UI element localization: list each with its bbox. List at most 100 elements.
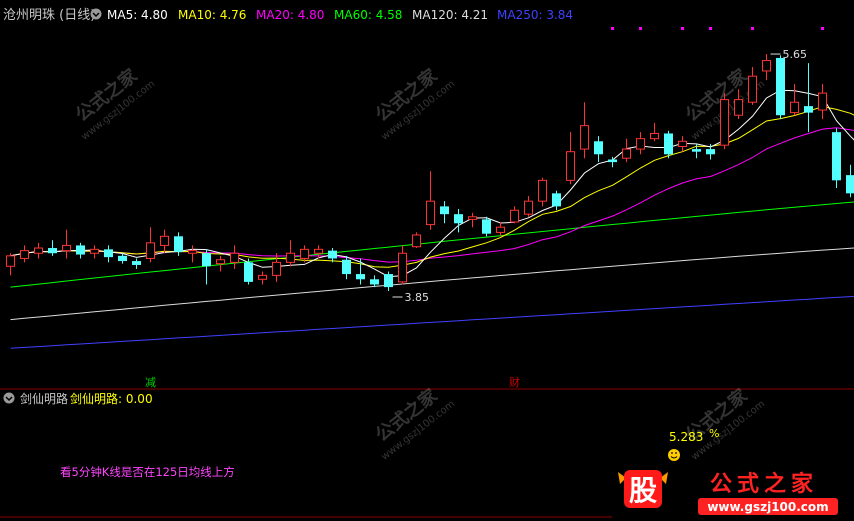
watermark-stamp: 公式之家www.gszj100.com bbox=[371, 384, 457, 463]
candle-body-down bbox=[76, 245, 85, 255]
ma20-line bbox=[10, 127, 854, 263]
candle-body-down bbox=[692, 149, 701, 152]
candle bbox=[580, 102, 589, 159]
candle-body-up bbox=[762, 60, 771, 72]
candle-body-up bbox=[426, 200, 435, 226]
candle-body-down bbox=[482, 219, 491, 234]
settings-toggle-icon[interactable] bbox=[90, 8, 102, 20]
ma120-line bbox=[10, 247, 854, 321]
candle bbox=[188, 245, 197, 263]
candle-body-up bbox=[20, 250, 29, 259]
banner-url: www.gszj100.com bbox=[707, 500, 828, 514]
candle-body-up bbox=[580, 125, 589, 150]
banner-big-glyph: 股 bbox=[629, 474, 657, 507]
candle-body-up bbox=[720, 99, 729, 146]
candle bbox=[608, 156, 617, 168]
candle-body-down bbox=[846, 175, 854, 194]
candle bbox=[48, 240, 57, 256]
candle bbox=[104, 245, 113, 263]
stock-chart: 公式之家www.gszj100.com 公式之家www.gszj100.com 公式… bbox=[0, 7, 854, 518]
annotation-label: 5.65 bbox=[783, 48, 808, 61]
candle bbox=[804, 63, 813, 133]
candle-body-up bbox=[524, 200, 533, 215]
candle-body-up bbox=[678, 140, 687, 147]
candle bbox=[314, 245, 323, 259]
candle bbox=[34, 242, 43, 259]
candle bbox=[412, 232, 421, 249]
top-signal-ticks bbox=[611, 27, 824, 30]
candle bbox=[538, 177, 547, 207]
candle-body-down bbox=[776, 57, 785, 116]
candle bbox=[216, 255, 225, 272]
ma-legend-item: MA60: 4.58 bbox=[334, 8, 402, 22]
candle bbox=[230, 245, 239, 269]
candle-body-down bbox=[104, 249, 113, 258]
top-tick bbox=[681, 27, 684, 30]
watermark-stamp: 公式之家www.gszj100.com bbox=[371, 64, 457, 143]
candle bbox=[790, 83, 799, 116]
ma-legend-item: MA120: 4.21 bbox=[412, 8, 488, 22]
candle bbox=[664, 130, 673, 159]
candle bbox=[6, 253, 15, 276]
candle-body-down bbox=[804, 106, 813, 113]
candle-body-up bbox=[734, 99, 743, 116]
candle-body-up bbox=[90, 248, 99, 254]
ma-legend-item: MA20: 4.80 bbox=[256, 8, 324, 22]
candle-body-up bbox=[314, 248, 323, 254]
candle-body-down bbox=[832, 132, 841, 181]
candle-body-up bbox=[468, 216, 477, 220]
candle-body-up bbox=[748, 75, 757, 103]
candle-body-up bbox=[300, 248, 309, 259]
candle bbox=[762, 54, 771, 81]
candle bbox=[748, 67, 757, 105]
candle-body-down bbox=[174, 236, 183, 252]
candle bbox=[62, 229, 71, 259]
signal-marker: 财 bbox=[509, 375, 520, 389]
candle bbox=[342, 255, 351, 280]
candle bbox=[244, 258, 253, 285]
candle-body-up bbox=[286, 252, 295, 263]
candle bbox=[160, 229, 169, 254]
candle bbox=[510, 206, 519, 224]
candle-body-up bbox=[496, 226, 505, 233]
candle bbox=[440, 201, 449, 224]
candle-body-down bbox=[594, 141, 603, 155]
watermark-stamp: 公式之家www.gszj100.com bbox=[71, 64, 157, 143]
ma-legend-item: MA250: 3.84 bbox=[497, 8, 573, 22]
candle-body-up bbox=[818, 92, 827, 111]
candle-body-up bbox=[160, 235, 169, 246]
sub-panel-toggle-icon[interactable] bbox=[3, 392, 15, 404]
candle bbox=[76, 242, 85, 259]
candle bbox=[650, 123, 659, 142]
candle-body-up bbox=[566, 151, 575, 181]
signal-marker: 减 bbox=[145, 376, 156, 389]
candle-body-up bbox=[188, 250, 197, 254]
top-tick bbox=[611, 27, 614, 30]
candle-body-down bbox=[706, 149, 715, 155]
candle-body-down bbox=[132, 261, 141, 265]
site-banner: 股 公式之家 www.gszj100.com bbox=[612, 464, 854, 521]
annotation-label: 3.85 bbox=[405, 291, 430, 304]
candle-body-down bbox=[454, 214, 463, 224]
candle-body-up bbox=[412, 234, 421, 248]
candle-body-down bbox=[48, 248, 57, 254]
candle bbox=[272, 253, 281, 282]
top-tick bbox=[639, 27, 642, 30]
candle bbox=[370, 275, 379, 288]
candle bbox=[720, 93, 729, 150]
candle bbox=[20, 245, 29, 263]
sub-panel-note: 看5分钟K线是否在125日均线上方 bbox=[60, 465, 235, 479]
sub-panel-indicator: 剑仙明路: 0.00 bbox=[70, 391, 153, 406]
candle-body-up bbox=[636, 138, 645, 150]
ma-legend-item: MA5: 4.80 bbox=[107, 8, 168, 22]
candle-body-up bbox=[650, 132, 659, 140]
candle-body-down bbox=[328, 250, 337, 259]
candle bbox=[286, 240, 295, 267]
candle-body-down bbox=[342, 259, 351, 275]
candle-body-down bbox=[440, 206, 449, 215]
candle bbox=[776, 55, 785, 120]
ma-legend: MA5: 4.80 MA10: 4.76 MA20: 4.80 MA60: 4.58 M… bbox=[107, 8, 573, 22]
candle-body-down bbox=[370, 279, 379, 285]
sub-panel-title: 剑仙明路 bbox=[20, 391, 68, 406]
watermark-stamp: 公式之家www.gszj100.com bbox=[681, 384, 767, 463]
